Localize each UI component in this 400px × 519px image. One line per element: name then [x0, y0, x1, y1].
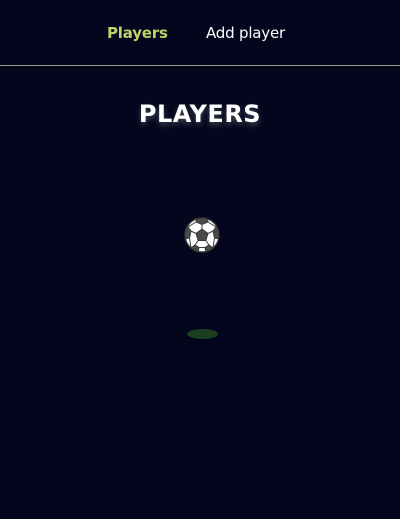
nav-link-players[interactable]: Players	[107, 23, 168, 43]
loading-spinner	[183, 216, 221, 254]
nav-link-add-player[interactable]: Add player	[206, 23, 285, 43]
ball-shadow	[187, 329, 218, 339]
page-title: PLAYERS	[138, 100, 262, 128]
top-navbar: Players Add player	[0, 0, 400, 66]
soccer-ball-icon	[184, 217, 220, 253]
